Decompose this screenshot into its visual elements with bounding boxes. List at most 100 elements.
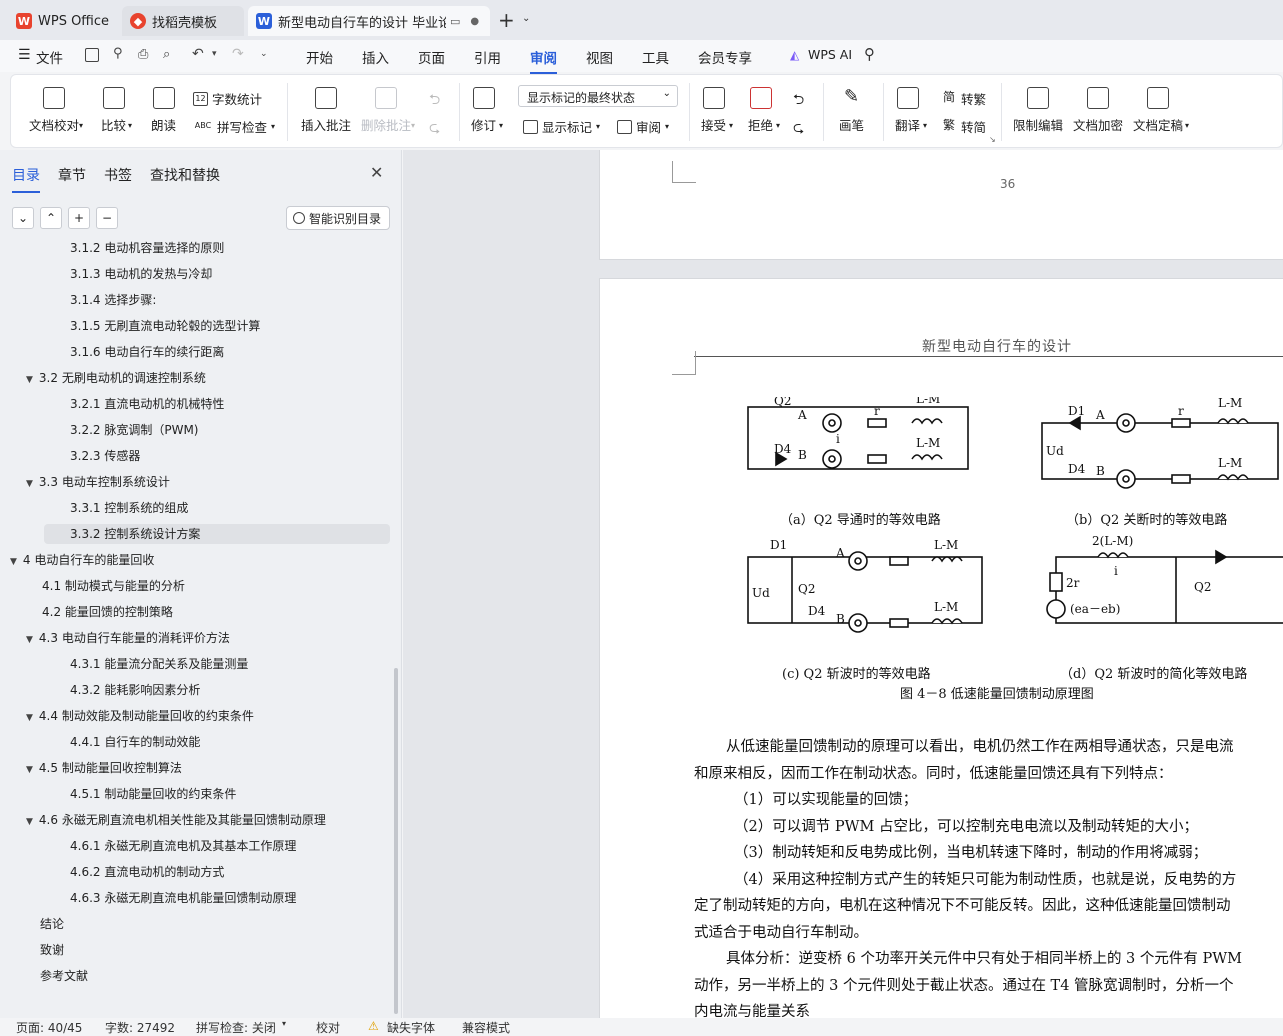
tab-bookmarks[interactable]: 书签 bbox=[104, 165, 132, 185]
new-tab-icon[interactable]: + bbox=[498, 8, 515, 32]
status-words[interactable]: 字数: 27492 bbox=[105, 1019, 175, 1036]
menu-references[interactable]: 引用 bbox=[474, 47, 501, 67]
expand-triangle-icon[interactable]: ▼ bbox=[26, 817, 33, 827]
expand-triangle-icon[interactable]: ▼ bbox=[26, 713, 33, 723]
toc-item[interactable]: 3.1.6 电动自行车的续行距离 bbox=[70, 342, 224, 362]
menu-insert[interactable]: 插入 bbox=[362, 47, 389, 67]
remove-heading-button[interactable]: − bbox=[96, 207, 118, 229]
tab-find-replace[interactable]: 查找和替换 bbox=[150, 165, 220, 185]
insert-comment-button[interactable]: 插入批注 bbox=[301, 87, 351, 134]
toc-item[interactable]: ▼ 4.6 永磁无刷直流电机相关性能及其能量回馈制动原理 bbox=[26, 810, 326, 830]
toc-item[interactable]: 3.2.2 脉宽调制（PWM) bbox=[70, 420, 199, 440]
toc-item[interactable]: ▼ 4.3 电动自行车能量的消耗评价方法 bbox=[26, 628, 230, 648]
menu-view[interactable]: 视图 bbox=[586, 47, 613, 67]
tab-wps-office[interactable]: W WPS Office bbox=[8, 6, 118, 36]
menu-home[interactable]: 开始 bbox=[306, 47, 333, 67]
toc-item[interactable]: 3.1.4 选择步骤: bbox=[70, 290, 156, 310]
chevron-down-icon[interactable]: ▾ bbox=[212, 49, 217, 59]
toc-item[interactable]: 3.1.3 电动机的发热与冷却 bbox=[70, 264, 212, 284]
chevron-down-icon[interactable]: ▾ bbox=[923, 121, 927, 130]
collapse-down-button[interactable]: ⌄ bbox=[12, 207, 34, 229]
toc-item[interactable]: 3.2.3 传感器 bbox=[70, 446, 140, 466]
chevron-down-icon[interactable]: ▾ bbox=[665, 122, 669, 131]
toc-item[interactable]: 4.6.1 永磁无刷直流电机及其基本工作原理 bbox=[70, 836, 296, 856]
menu-page[interactable]: 页面 bbox=[418, 47, 445, 67]
status-spell[interactable]: 拼写检查: 关闭 bbox=[196, 1019, 276, 1036]
status-page[interactable]: 页面: 40/45 bbox=[16, 1019, 82, 1036]
print-icon[interactable]: ⎙ bbox=[138, 47, 148, 62]
close-icon[interactable]: ✕ bbox=[370, 163, 383, 182]
toc-item[interactable]: 3.1.2 电动机容量选择的原则 bbox=[70, 238, 224, 258]
toc-item[interactable]: 3.3.1 控制系统的组成 bbox=[70, 498, 188, 518]
prev-change-icon[interactable]: ⮌ bbox=[793, 89, 804, 113]
status-missing-font[interactable]: 缺失字体 bbox=[387, 1019, 435, 1036]
expand-triangle-icon[interactable]: ▼ bbox=[26, 375, 33, 385]
chevron-down-icon[interactable]: ▾ bbox=[282, 1019, 286, 1028]
undo-icon[interactable]: ↶ bbox=[192, 46, 204, 62]
restrict-edit-button[interactable]: 限制编辑 bbox=[1013, 87, 1063, 134]
menu-wps-ai[interactable]: WPS AI bbox=[808, 47, 852, 62]
show-marks-button[interactable]: 显示标记 ▾ bbox=[523, 117, 600, 136]
toc-item[interactable]: 4.1 制动模式与能量的分析 bbox=[42, 576, 185, 596]
expand-triangle-icon[interactable]: ▼ bbox=[26, 765, 33, 775]
doc-check-button[interactable]: 文档校对 bbox=[29, 87, 79, 134]
pen-button[interactable]: ✎ 画笔 bbox=[839, 87, 864, 134]
toc-item[interactable]: 致谢 bbox=[40, 940, 64, 960]
tab-toc[interactable]: 目录 bbox=[12, 165, 40, 193]
toc-item[interactable]: 4.6.3 永磁无刷直流电机能量回馈制动原理 bbox=[70, 888, 296, 908]
accept-button[interactable]: 接受 bbox=[701, 87, 726, 134]
toc-item[interactable]: ▼ 4 电动自行车的能量回收 bbox=[10, 550, 154, 570]
expand-triangle-icon[interactable]: ▼ bbox=[10, 557, 17, 567]
share-icon[interactable]: ⚲ bbox=[113, 46, 123, 61]
smart-toc-button[interactable]: 智能识别目录 bbox=[286, 206, 390, 230]
word-count-button[interactable]: 12 字数统计 bbox=[193, 89, 262, 108]
search-icon[interactable]: ⚲ bbox=[864, 45, 875, 63]
spell-check-button[interactable]: ABC 拼写检查 ▾ bbox=[193, 117, 275, 136]
menu-review[interactable]: 审阅 bbox=[530, 47, 557, 74]
add-heading-button[interactable]: + bbox=[68, 207, 90, 229]
toc-item[interactable]: ▼ 3.2 无刷电动机的调速控制系统 bbox=[26, 368, 206, 388]
expand-triangle-icon[interactable]: ▼ bbox=[26, 635, 33, 645]
status-proof[interactable]: 校对 bbox=[316, 1019, 340, 1036]
tab-docer[interactable]: ◆ 找稻壳模板 bbox=[122, 6, 244, 36]
hamburger-icon[interactable]: ☰ bbox=[18, 47, 31, 63]
toc-item[interactable]: 结论 bbox=[40, 914, 64, 934]
chevron-down-icon[interactable]: ▾ bbox=[128, 121, 132, 130]
to-simplified-button[interactable]: 繁 转简 bbox=[941, 117, 986, 136]
to-traditional-button[interactable]: 简 转繁 bbox=[941, 89, 986, 108]
toc-item[interactable]: ▼ 4.4 制动效能及制动能量回收的约束条件 bbox=[26, 706, 254, 726]
toc-item[interactable]: ▼ 3.3 电动车控制系统设计 bbox=[26, 472, 170, 492]
tab-document[interactable]: W 新型电动自行车的设计 毕业论 ▭ ● bbox=[248, 6, 490, 36]
chevron-down-icon[interactable]: ▾ bbox=[499, 121, 503, 130]
print-preview-icon[interactable]: ⌕ bbox=[163, 47, 170, 62]
compare-button[interactable]: 比较 bbox=[101, 87, 126, 134]
sidebar-scrollbar[interactable] bbox=[394, 668, 398, 1014]
toc-item[interactable]: ▼ 4.5 制动能量回收控制算法 bbox=[26, 758, 182, 778]
next-change-icon[interactable]: ⮎ bbox=[793, 117, 804, 141]
review-pane-button[interactable]: 审阅 ▾ bbox=[617, 117, 669, 136]
toc-item[interactable]: 4.3.1 能量流分配关系及能量测量 bbox=[70, 654, 248, 674]
toc-item[interactable]: 4.4.1 自行车的制动效能 bbox=[70, 732, 200, 752]
save-icon[interactable] bbox=[85, 48, 99, 62]
menu-tools[interactable]: 工具 bbox=[642, 47, 669, 67]
menu-file[interactable]: 文件 bbox=[36, 47, 63, 67]
monitor-icon[interactable]: ▭ bbox=[450, 15, 460, 28]
toc-item[interactable]: 3.1.5 无刷直流电动轮毂的选型计算 bbox=[70, 316, 260, 336]
chevron-down-icon[interactable]: ⌄ bbox=[522, 13, 530, 24]
toc-item[interactable]: 3.3.2 控制系统设计方案 bbox=[44, 524, 390, 544]
collapse-up-button[interactable]: ⌃ bbox=[40, 207, 62, 229]
toc-item[interactable]: 3.2.1 直流电动机的机械特性 bbox=[70, 394, 224, 414]
menu-member[interactable]: 会员专享 bbox=[698, 47, 752, 67]
toc-item[interactable]: 4.3.2 能耗影响因素分析 bbox=[70, 680, 200, 700]
toc-item[interactable]: 参考文献 bbox=[40, 966, 88, 986]
chevron-down-icon[interactable]: ⌄ bbox=[260, 49, 268, 59]
chevron-down-icon[interactable]: ▾ bbox=[776, 121, 780, 130]
toc-item[interactable]: 4.5.1 制动能量回收的约束条件 bbox=[70, 784, 236, 804]
revise-button[interactable]: 修订 bbox=[471, 87, 496, 134]
translate-button[interactable]: 翻译 bbox=[895, 87, 920, 134]
chevron-down-icon[interactable]: ▾ bbox=[79, 121, 83, 130]
toc-item[interactable]: 4.6.2 直流电动机的制动方式 bbox=[70, 862, 224, 882]
expand-triangle-icon[interactable]: ▼ bbox=[26, 479, 33, 489]
chevron-down-icon[interactable]: ▾ bbox=[596, 122, 600, 131]
reject-button[interactable]: 拒绝 bbox=[748, 87, 773, 134]
